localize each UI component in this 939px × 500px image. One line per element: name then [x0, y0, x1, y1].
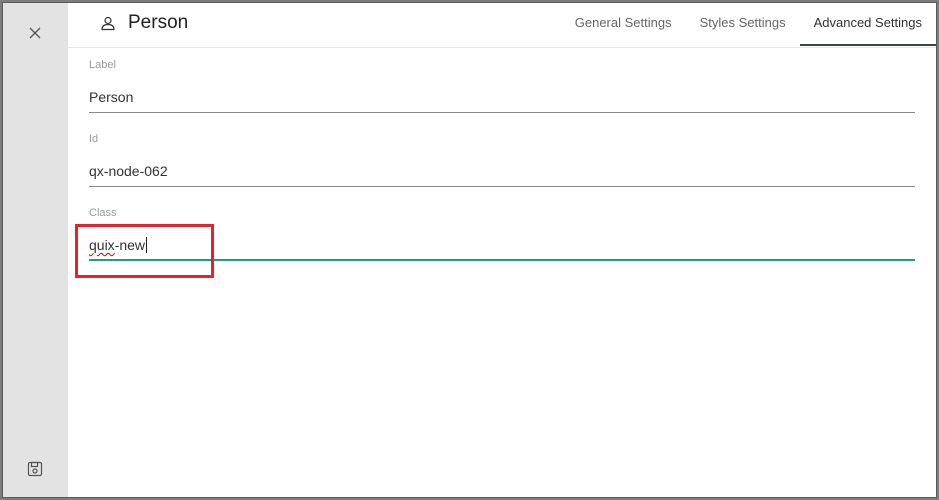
id-input[interactable] [89, 155, 915, 187]
class-field-label: Class [89, 207, 117, 219]
close-icon [29, 27, 41, 39]
save-icon [27, 461, 43, 477]
class-input[interactable] [89, 229, 915, 261]
dialog-title: Person [128, 12, 189, 33]
tab-general-settings[interactable]: General Settings [561, 3, 686, 43]
label-input[interactable] [89, 81, 915, 113]
label-field-group: Label [89, 59, 915, 133]
settings-dialog: Person General Settings Styles Settings … [2, 2, 937, 498]
side-rail [3, 3, 68, 497]
settings-tabs: General Settings Styles Settings Advance… [561, 3, 936, 47]
advanced-settings-form: Label Id Class quix-new [89, 59, 915, 281]
class-field-group: Class quix-new [89, 207, 915, 281]
tab-styles-settings[interactable]: Styles Settings [686, 3, 800, 43]
id-field-group: Id [89, 133, 915, 207]
save-button[interactable] [23, 457, 47, 481]
id-field-label: Id [89, 133, 99, 145]
tab-advanced-settings[interactable]: Advanced Settings [799, 3, 936, 46]
dialog-title-group: Person [100, 3, 188, 43]
close-button[interactable] [23, 21, 47, 45]
person-icon [101, 16, 115, 31]
label-field-label: Label [89, 59, 116, 71]
dialog-header: Person General Settings Styles Settings … [68, 3, 936, 48]
